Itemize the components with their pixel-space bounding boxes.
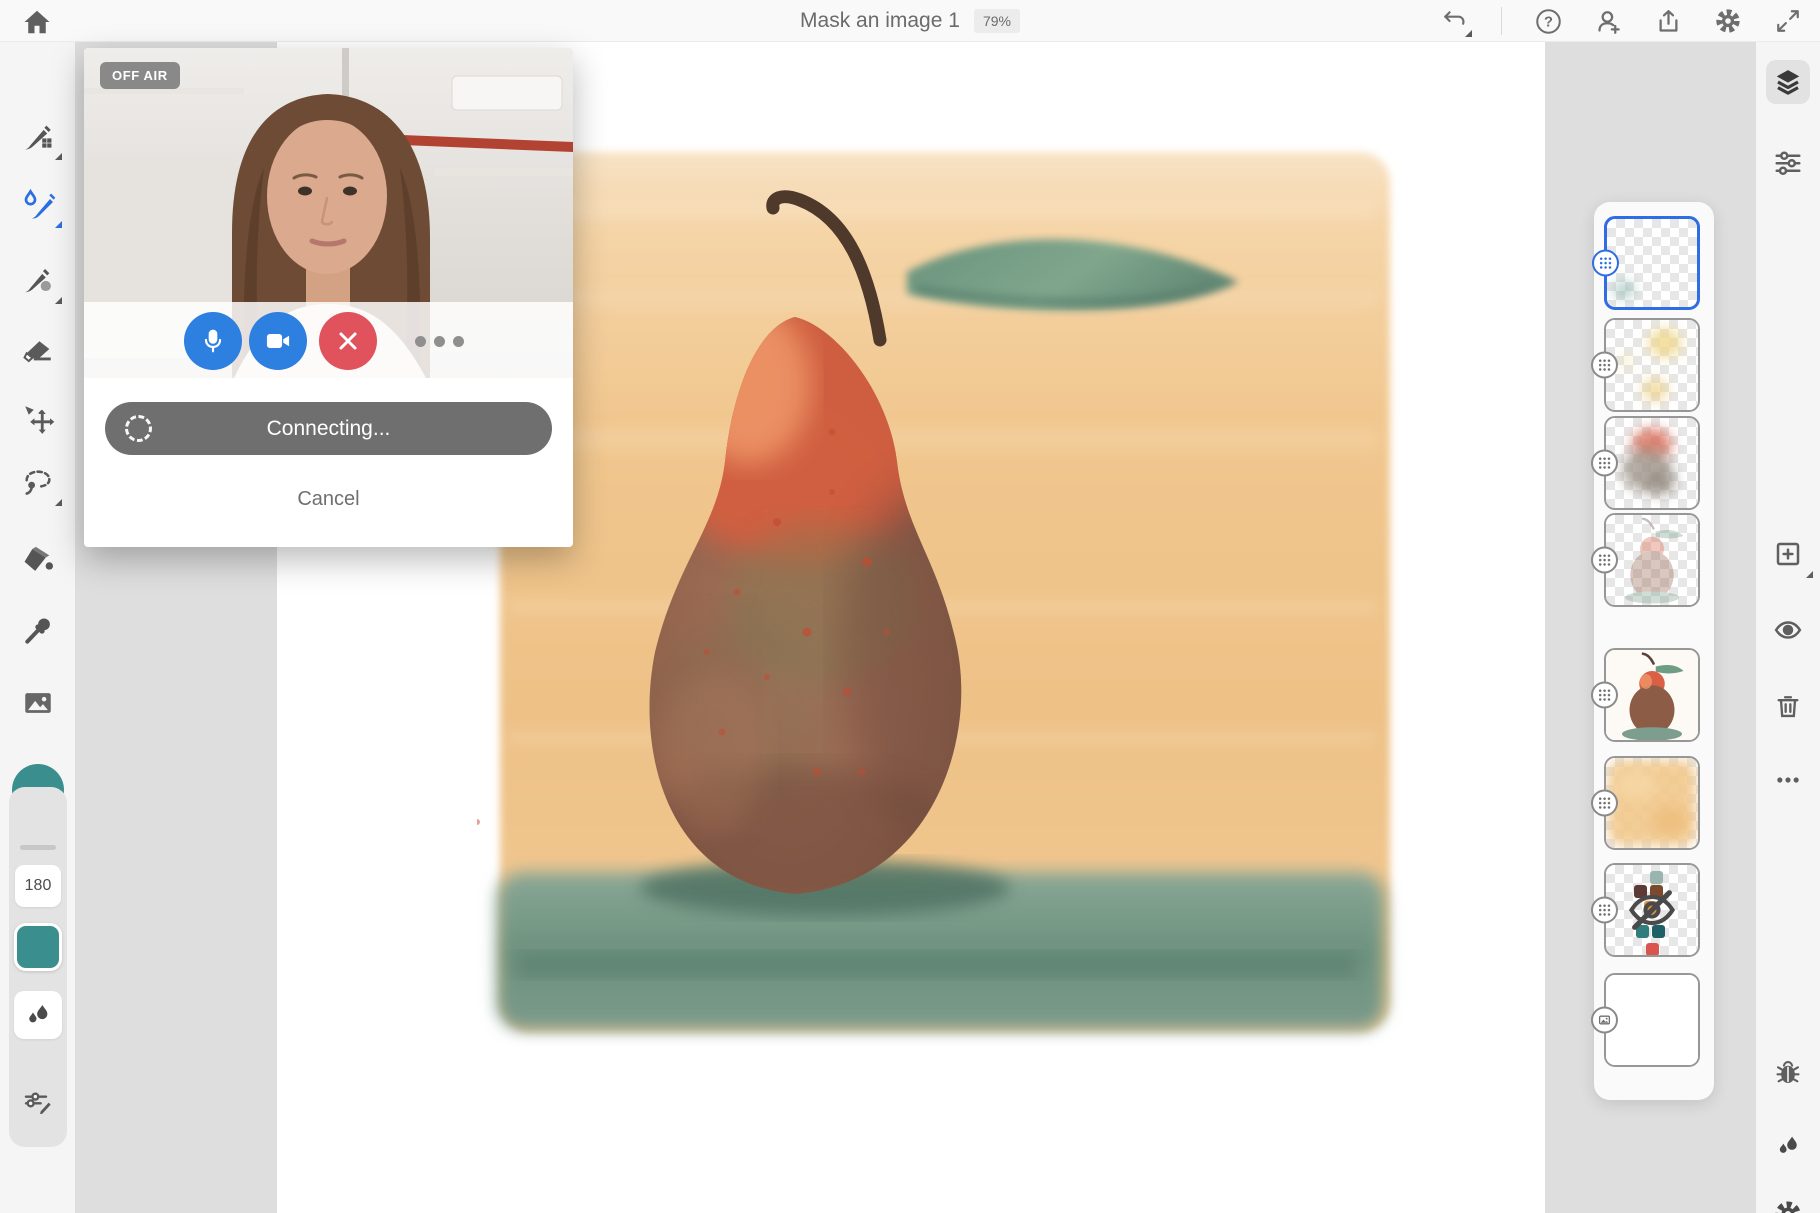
debug-icon[interactable]: [1766, 1050, 1810, 1094]
layer-mask-badge[interactable]: [1591, 682, 1618, 709]
layer-thumbnail-8[interactable]: [1604, 973, 1700, 1067]
more-options-icon[interactable]: [1766, 758, 1810, 802]
layer-mask-badge[interactable]: [1592, 250, 1619, 277]
layer-thumbnail-4[interactable]: [1604, 513, 1700, 607]
add-person-icon[interactable]: [1594, 7, 1622, 35]
brush-settings-icon[interactable]: [18, 1082, 58, 1122]
fullscreen-icon[interactable]: [1774, 7, 1802, 35]
call-controls: [84, 302, 573, 378]
more-options-button[interactable]: [409, 324, 469, 358]
adjustments-icon[interactable]: [1766, 140, 1810, 184]
pixel-brush-tool[interactable]: [17, 116, 59, 158]
layer-thumbnail-5[interactable]: [1604, 648, 1700, 742]
connecting-label: Connecting...: [267, 417, 391, 441]
lasso-select-tool[interactable]: [17, 462, 59, 504]
eyedropper-tool[interactable]: [17, 610, 59, 652]
layer-mask-badge[interactable]: [1591, 450, 1618, 477]
delete-layer-icon[interactable]: [1766, 684, 1810, 728]
pear-watercolor-painting: [477, 132, 1427, 1052]
tool-rail: 180: [0, 42, 75, 1213]
layer-settings-icon[interactable]: [1766, 1192, 1810, 1213]
fresco-app: Mask an image 1 79% ?: [0, 0, 1820, 1213]
zoom-level-badge: 79%: [974, 9, 1020, 33]
camera-button[interactable]: [249, 312, 307, 370]
water-drops-icon[interactable]: [1766, 1124, 1810, 1168]
layers-panel: [1594, 202, 1714, 1100]
connecting-status-bar: Connecting...: [105, 402, 552, 455]
move-tool[interactable]: [17, 398, 59, 440]
layer-thumbnail-7[interactable]: [1604, 863, 1700, 957]
spinner-icon: [125, 415, 152, 442]
microphone-button[interactable]: [184, 312, 242, 370]
layer-mask-badge[interactable]: [1591, 547, 1618, 574]
livestream-overlay[interactable]: OFF AIR Connecting... Cancel: [84, 48, 573, 547]
help-icon[interactable]: ?: [1534, 7, 1562, 35]
undo-icon[interactable]: [1441, 7, 1469, 35]
top-bar: Mask an image 1 79% ?: [0, 0, 1820, 42]
water-flow-button[interactable]: [14, 991, 62, 1039]
end-call-button[interactable]: [319, 312, 377, 370]
layers-panel-icon[interactable]: [1766, 60, 1810, 104]
cancel-button[interactable]: Cancel: [84, 488, 573, 511]
settings-icon[interactable]: [1714, 7, 1742, 35]
topbar-divider: [1501, 7, 1502, 35]
panel-rail: [1756, 42, 1820, 1213]
place-image-tool[interactable]: [17, 682, 59, 724]
brush-size-slider[interactable]: [20, 845, 56, 850]
live-brush-tool[interactable]: [17, 184, 59, 226]
brush-controls-panel: 180: [9, 787, 67, 1147]
layer-thumbnail-2[interactable]: [1604, 318, 1700, 412]
layer-mask-badge[interactable]: [1591, 790, 1618, 817]
hidden-eye-icon: [1626, 884, 1678, 936]
off-air-badge: OFF AIR: [100, 62, 180, 89]
webcam-preview: OFF AIR: [84, 48, 573, 378]
layer-thumbnail-6[interactable]: [1604, 756, 1700, 850]
document-title: Mask an image 1: [800, 9, 960, 33]
layer-image-badge[interactable]: [1591, 1007, 1618, 1034]
eraser-tool[interactable]: [17, 328, 59, 370]
share-icon[interactable]: [1654, 7, 1682, 35]
layer-thumbnail-1[interactable]: [1604, 216, 1700, 310]
brush-size-value[interactable]: 180: [15, 865, 61, 907]
fill-tool[interactable]: [17, 540, 59, 582]
mixer-brush-tool[interactable]: [17, 260, 59, 302]
color-swatch[interactable]: [14, 923, 62, 971]
layer-thumbnail-3[interactable]: [1604, 416, 1700, 510]
add-layer-icon[interactable]: [1766, 532, 1810, 576]
layer-visibility-icon[interactable]: [1766, 608, 1810, 652]
layer-mask-badge[interactable]: [1591, 897, 1618, 924]
svg-text:?: ?: [1544, 14, 1553, 30]
layer-mask-badge[interactable]: [1591, 352, 1618, 379]
